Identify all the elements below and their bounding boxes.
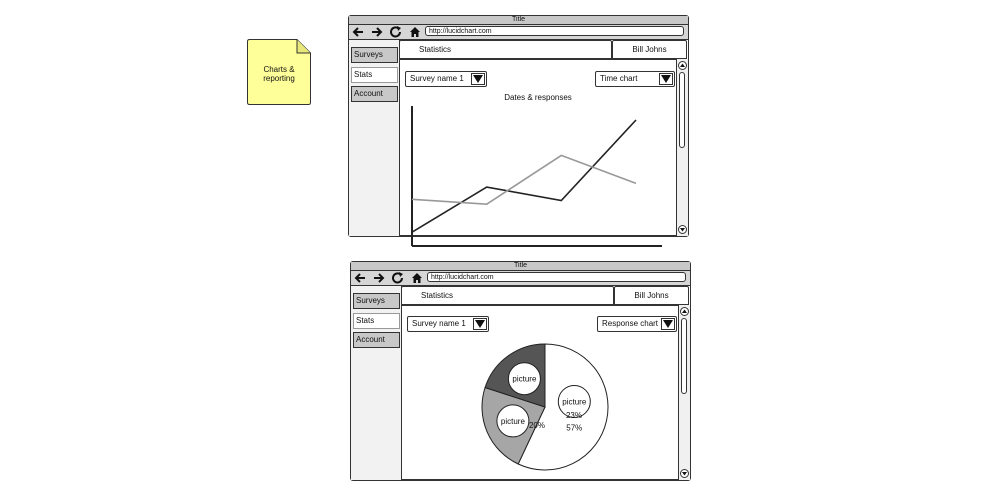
- scroll-up-arrow-icon[interactable]: [678, 61, 687, 70]
- scroll-thumb[interactable]: [681, 318, 687, 394]
- survey-select[interactable]: Survey name 1: [407, 316, 489, 332]
- chevron-down-icon[interactable]: [661, 318, 675, 330]
- series-line-2: [411, 154, 637, 206]
- chart-type-select[interactable]: Time chart: [595, 71, 675, 87]
- line-chart: [411, 106, 662, 247]
- window-title: Title: [351, 262, 690, 271]
- scrollbar[interactable]: [676, 59, 688, 236]
- tab-user[interactable]: Bill Johns: [612, 40, 687, 59]
- sidebar-item-account[interactable]: Account: [351, 86, 398, 102]
- sticky-note-text: Charts & reporting: [263, 65, 295, 83]
- refresh-icon[interactable]: [389, 26, 403, 38]
- chart-type-select-value: Response chart: [602, 319, 659, 328]
- survey-select[interactable]: Survey name 1: [405, 71, 487, 87]
- back-arrow-icon[interactable]: [353, 272, 367, 284]
- url-bar[interactable]: http://lucidchart.com: [425, 26, 684, 36]
- forward-arrow-icon[interactable]: [372, 272, 386, 284]
- tab-statistics[interactable]: Statistics: [399, 40, 612, 59]
- sidebar-item-stats[interactable]: Stats: [353, 313, 400, 329]
- scroll-down-arrow-icon[interactable]: [678, 225, 687, 234]
- chevron-down-icon[interactable]: [471, 73, 485, 85]
- chart-panel: Survey name 1 Response chart picture 57% p…: [401, 305, 678, 480]
- picture-label: picture: [501, 417, 526, 426]
- tab-user[interactable]: Bill Johns: [614, 286, 689, 305]
- slice-percent-label: 23%: [566, 411, 582, 420]
- sticky-note: Charts & reporting: [247, 39, 311, 105]
- slice-percent-label: 20%: [529, 421, 545, 430]
- sidebar-item-stats[interactable]: Stats: [351, 67, 398, 83]
- home-icon[interactable]: [408, 26, 422, 38]
- forward-arrow-icon[interactable]: [370, 26, 384, 38]
- scroll-thumb[interactable]: [679, 72, 685, 148]
- scroll-down-arrow-icon[interactable]: [680, 469, 689, 478]
- chart-panel: Survey name 1 Time chart Dates & respons…: [399, 59, 676, 247]
- browser-toolbar: http://lucidchart.com: [349, 25, 688, 40]
- sidebar-item-account[interactable]: Account: [353, 332, 400, 348]
- home-icon[interactable]: [410, 272, 424, 284]
- picture-label: picture: [512, 375, 537, 384]
- refresh-icon[interactable]: [391, 272, 405, 284]
- slice-percent-label: 57%: [566, 424, 582, 433]
- sidebar: Surveys Stats Account: [351, 286, 402, 480]
- chart-type-select[interactable]: Response chart: [597, 316, 677, 332]
- chart-title: Dates & responses: [504, 93, 572, 102]
- sidebar-item-surveys[interactable]: Surveys: [351, 47, 398, 63]
- picture-label: picture: [562, 398, 587, 407]
- pie-chart: picture57%picture23%picture20%: [481, 343, 609, 471]
- survey-select-value: Survey name 1: [412, 319, 466, 328]
- sidebar: Surveys Stats Account: [349, 40, 400, 236]
- tab-statistics[interactable]: Statistics: [401, 286, 614, 305]
- window-title: Title: [349, 16, 688, 25]
- browser-window-time-chart: Title http://lucidchart.com Surveys Stat…: [348, 15, 689, 247]
- url-bar[interactable]: http://lucidchart.com: [427, 272, 686, 282]
- browser-window-response-chart: Title http://lucidchart.com Surveys Stat…: [350, 261, 691, 481]
- back-arrow-icon[interactable]: [351, 26, 365, 38]
- chevron-down-icon[interactable]: [659, 73, 673, 85]
- sidebar-item-surveys[interactable]: Surveys: [353, 293, 400, 309]
- chevron-down-icon[interactable]: [473, 318, 487, 330]
- survey-select-value: Survey name 1: [410, 74, 464, 83]
- chart-type-select-value: Time chart: [600, 74, 638, 83]
- scrollbar[interactable]: [678, 305, 690, 480]
- series-line-1: [411, 119, 637, 233]
- browser-toolbar: http://lucidchart.com: [351, 271, 690, 286]
- scroll-up-arrow-icon[interactable]: [680, 307, 689, 316]
